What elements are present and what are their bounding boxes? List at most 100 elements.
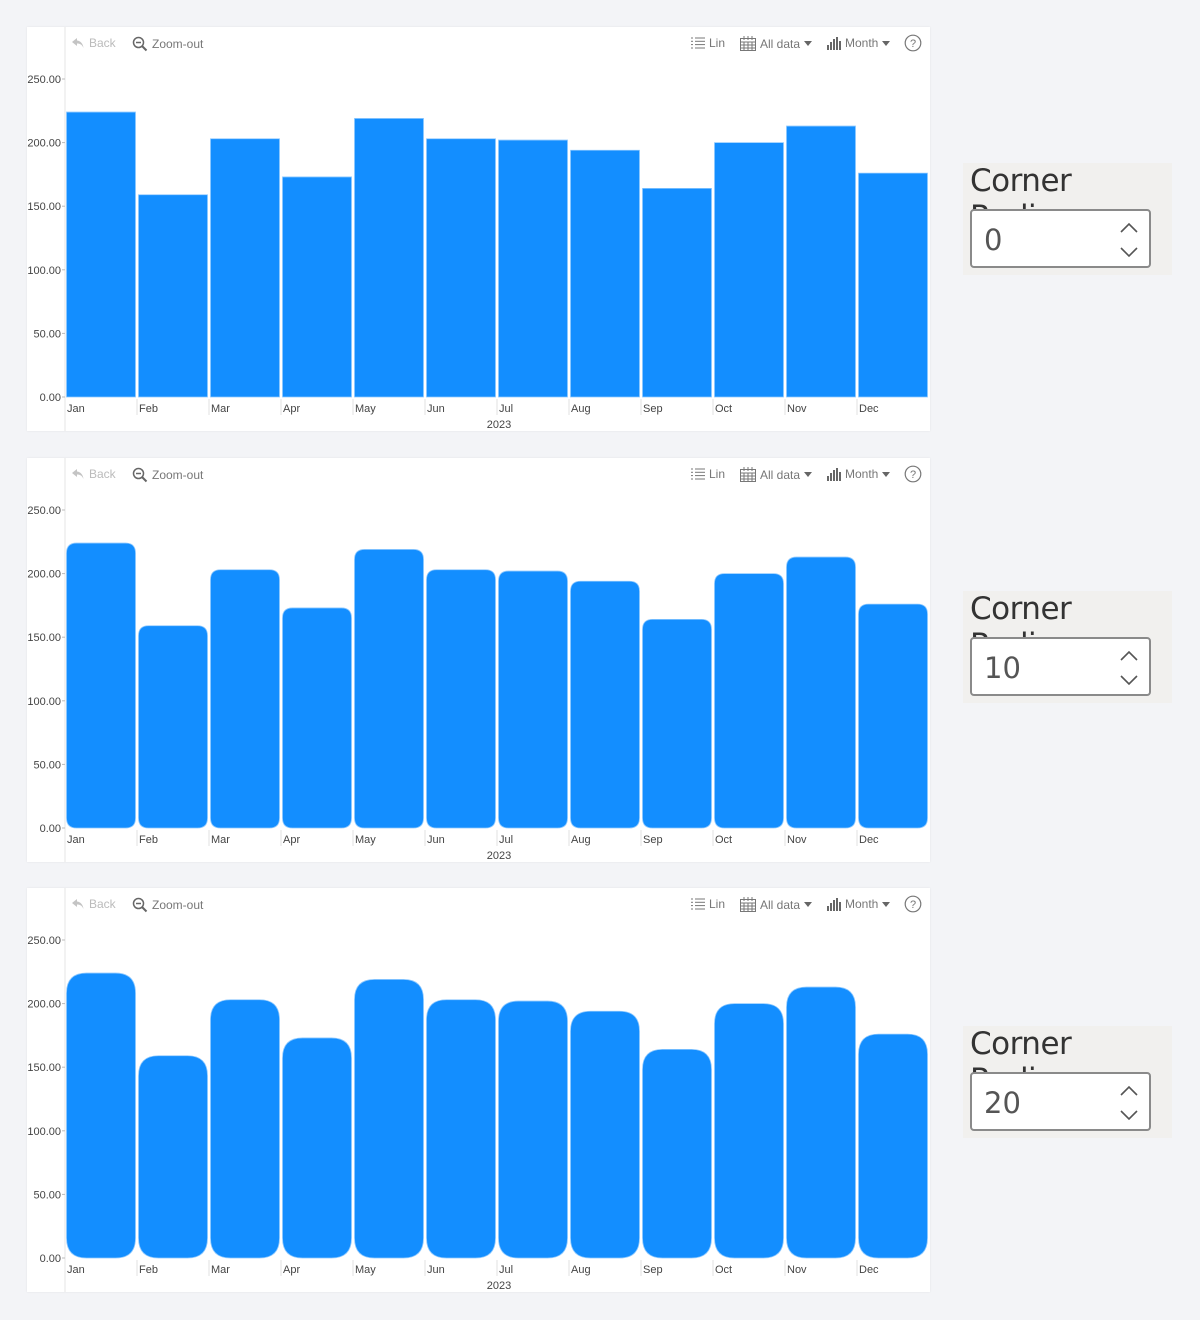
bar-jun[interactable]: [426, 569, 496, 829]
chevron-down-icon[interactable]: [1119, 1108, 1139, 1122]
y-tick-label: 150.00: [27, 201, 61, 213]
x-tick-label: Jul: [499, 403, 513, 415]
chevron-down-icon[interactable]: [1119, 673, 1139, 687]
x-tick-label: Jul: [499, 1264, 513, 1276]
corner-radius-input[interactable]: 20: [970, 1072, 1151, 1131]
chevron-up-icon[interactable]: [1119, 649, 1139, 663]
y-tick-label: 250.00: [27, 935, 61, 947]
bar-mar[interactable]: [210, 138, 280, 398]
bar-dec[interactable]: [858, 172, 928, 398]
y-tick-label: 100.00: [27, 1126, 61, 1138]
x-tick-label: Jun: [427, 403, 445, 415]
bar-oct[interactable]: [714, 573, 784, 829]
bar-oct[interactable]: [714, 1003, 784, 1259]
x-tick-label: Jun: [427, 1264, 445, 1276]
bar-nov[interactable]: [786, 556, 856, 829]
bar-jul[interactable]: [498, 1000, 568, 1259]
x-tick-label: Mar: [211, 1264, 230, 1276]
chart-panel-3: Back Zoom-out Lin All data Month ? 0.00 5…: [27, 888, 930, 1292]
x-tick-label: Nov: [787, 403, 807, 415]
corner-radius-value[interactable]: 20: [984, 1086, 1021, 1120]
bar-dec[interactable]: [858, 603, 928, 829]
x-axis-year-label: 2023: [487, 850, 511, 862]
bar-aug[interactable]: [570, 580, 640, 829]
bar-may[interactable]: [354, 118, 424, 398]
x-tick-label: May: [355, 403, 376, 415]
x-tick-label: Mar: [211, 834, 230, 846]
x-tick-label: Feb: [139, 834, 158, 846]
chart-panel-2: Back Zoom-out Lin All data Month ? 0.00 5…: [27, 458, 930, 862]
bar-jun[interactable]: [426, 999, 496, 1259]
x-tick-label: Jun: [427, 834, 445, 846]
bar-jan[interactable]: [66, 542, 136, 829]
bar-apr[interactable]: [282, 1037, 352, 1259]
y-tick-label: 250.00: [27, 505, 61, 517]
x-tick-label: Sep: [643, 1264, 663, 1276]
y-tick-label: 50.00: [33, 328, 61, 340]
x-tick-label: May: [355, 1264, 376, 1276]
corner-radius-input[interactable]: 0: [970, 209, 1151, 268]
y-tick-label: 50.00: [33, 759, 61, 771]
bar-may[interactable]: [354, 979, 424, 1259]
bar-sep[interactable]: [642, 618, 712, 829]
bar-aug[interactable]: [570, 1010, 640, 1259]
bar-nov[interactable]: [786, 986, 856, 1259]
bar-oct[interactable]: [714, 142, 784, 398]
x-tick-label: Feb: [139, 403, 158, 415]
x-tick-label: Aug: [571, 1264, 591, 1276]
x-tick-label: Jan: [67, 834, 85, 846]
y-tick-label: 50.00: [33, 1189, 61, 1201]
y-tick-label: 200.00: [27, 138, 61, 150]
bar-jun[interactable]: [426, 138, 496, 398]
bar-mar[interactable]: [210, 999, 280, 1259]
bar-feb[interactable]: [138, 194, 208, 398]
x-tick-label: Oct: [715, 834, 732, 846]
y-tick-label: 250.00: [27, 74, 61, 86]
x-tick-label: Apr: [283, 1264, 300, 1276]
x-tick-label: Dec: [859, 834, 879, 846]
x-tick-label: Feb: [139, 1264, 158, 1276]
bar-chart: 0.00 50.00 100.00 150.00 200.00 250.00 Jan Feb M…: [27, 458, 928, 862]
x-tick-label: Dec: [859, 403, 879, 415]
bar-chart: 0.00 50.00 100.00 150.00 200.00 250.00 Jan Feb M…: [27, 27, 928, 431]
corner-radius-value[interactable]: 10: [984, 651, 1021, 685]
bar-jul[interactable]: [498, 570, 568, 829]
y-tick-label: 0.00: [40, 1253, 61, 1265]
x-tick-label: Jan: [67, 403, 85, 415]
x-tick-label: Aug: [571, 834, 591, 846]
bar-sep[interactable]: [642, 1048, 712, 1259]
bar-sep[interactable]: [642, 187, 712, 398]
x-axis-year-label: 2023: [487, 1280, 511, 1292]
x-tick-label: Mar: [211, 403, 230, 415]
bar-jan[interactable]: [66, 111, 136, 398]
chevron-up-icon[interactable]: [1119, 1084, 1139, 1098]
bar-nov[interactable]: [786, 125, 856, 398]
corner-radius-control-2: Corner Radius 10: [963, 591, 1172, 703]
bar-apr[interactable]: [282, 176, 352, 398]
bar-may[interactable]: [354, 549, 424, 829]
x-tick-label: Aug: [571, 403, 591, 415]
chevron-up-icon[interactable]: [1119, 221, 1139, 235]
bar-jul[interactable]: [498, 139, 568, 398]
corner-radius-input[interactable]: 10: [970, 637, 1151, 696]
bar-feb[interactable]: [138, 1055, 208, 1259]
corner-radius-value[interactable]: 0: [984, 223, 1002, 257]
bar-mar[interactable]: [210, 569, 280, 829]
x-tick-label: Apr: [283, 403, 300, 415]
x-tick-label: Jan: [67, 1264, 85, 1276]
y-tick-label: 200.00: [27, 569, 61, 581]
x-tick-label: Jul: [499, 834, 513, 846]
bar-feb[interactable]: [138, 625, 208, 829]
bar-dec[interactable]: [858, 1033, 928, 1259]
bar-aug[interactable]: [570, 149, 640, 398]
chart-panel-1: Back Zoom-out Lin All data Month ? 0.00 5…: [27, 27, 930, 431]
bar-apr[interactable]: [282, 607, 352, 829]
y-tick-label: 150.00: [27, 1062, 61, 1074]
bar-jan[interactable]: [66, 972, 136, 1259]
corner-radius-control-1: Corner Radius 0: [963, 163, 1172, 275]
chevron-down-icon[interactable]: [1119, 245, 1139, 259]
y-tick-label: 0.00: [40, 823, 61, 835]
x-tick-label: Nov: [787, 834, 807, 846]
corner-radius-control-3: Corner Radius 20: [963, 1026, 1172, 1138]
x-tick-label: Nov: [787, 1264, 807, 1276]
